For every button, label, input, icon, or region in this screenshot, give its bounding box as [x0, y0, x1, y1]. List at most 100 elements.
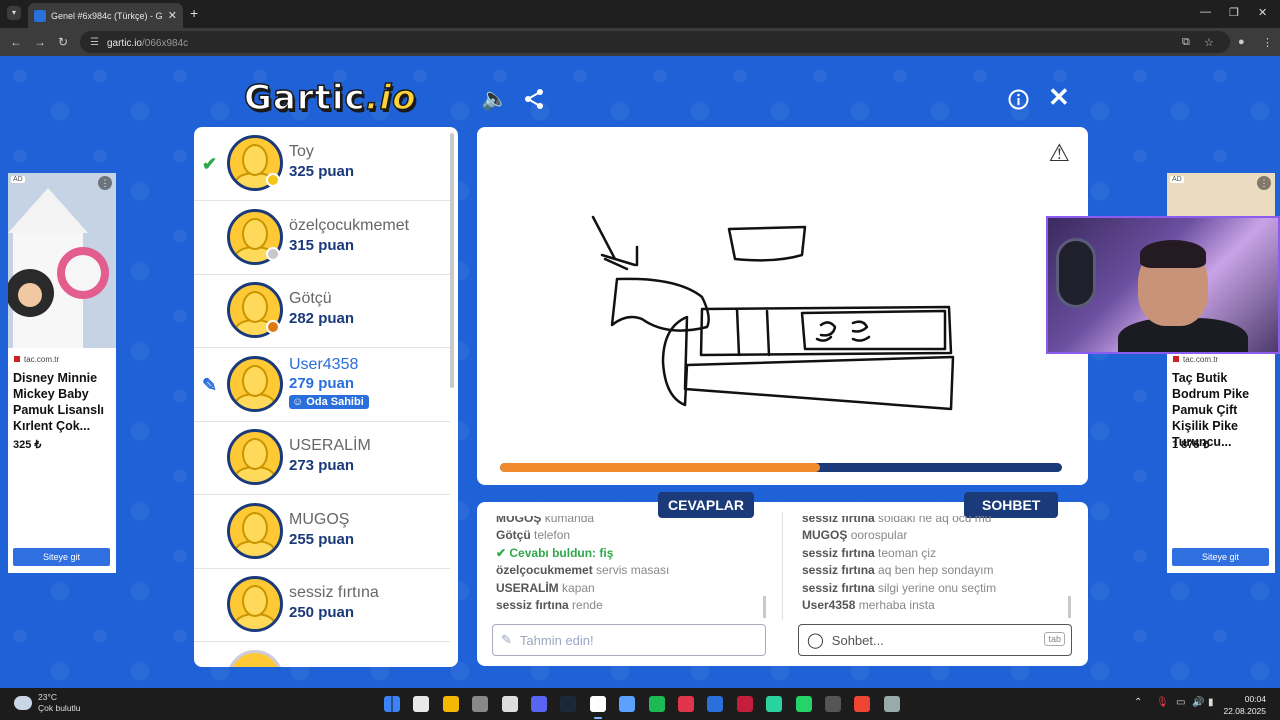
- bookmark-star-icon[interactable]: ☆: [1204, 36, 1214, 49]
- taskbar-app-icon[interactable]: [442, 696, 459, 712]
- panel-divider: [782, 512, 783, 620]
- message-text: Cevabı buldun:: [509, 545, 600, 560]
- ad-cta-button[interactable]: Siteye git: [13, 548, 110, 566]
- weather-widget[interactable]: 23°C Çok bulutlu: [14, 692, 81, 714]
- minimize-icon[interactable]: —: [1200, 6, 1211, 18]
- answers-label: CEVAPLAR: [658, 492, 754, 518]
- start-menu-icon[interactable]: [384, 696, 400, 712]
- volume-icon[interactable]: 🔊: [1192, 697, 1204, 708]
- player-name: özelçocukmemet: [289, 216, 410, 234]
- battery-icon[interactable]: ▮: [1208, 697, 1214, 708]
- player-row[interactable]: özelçocukmemet 315 puan: [194, 201, 450, 275]
- taskbar-app-icon[interactable]: [648, 696, 665, 712]
- guess-input[interactable]: ✎ Tahmin edin!: [492, 624, 766, 656]
- message-text: kapan: [562, 580, 595, 595]
- timer-progress-fill: [500, 463, 821, 472]
- player-row[interactable]: sessiz fırtına 250 puan: [194, 568, 450, 642]
- gartic-favicon-icon: [34, 9, 46, 22]
- player-score: 325 puan: [289, 163, 355, 180]
- install-app-icon[interactable]: ⧉: [1182, 36, 1190, 49]
- taskbar-app-icon[interactable]: [766, 696, 783, 712]
- player-score: 279 puan: [289, 374, 355, 392]
- taskbar-app-icon[interactable]: [854, 696, 871, 712]
- reload-icon[interactable]: ↻: [58, 35, 68, 49]
- player-drawing: [591, 215, 955, 411]
- browser-menu-icon[interactable]: ⋮: [1262, 36, 1273, 49]
- timer-progress-bar: [500, 463, 1062, 472]
- drawing-pencil-icon: ✎: [202, 374, 218, 395]
- player-row[interactable]: ✔ Toy 325 puan: [194, 127, 450, 201]
- browser-toolbar: ← → ↻ ☰ gartic.io/066x984c ⧉ ☆ ● ⋮: [0, 28, 1280, 56]
- tab-close-icon[interactable]: ✕: [168, 9, 177, 22]
- message-user: sessiz fırtına: [802, 580, 875, 595]
- player-row[interactable]: Götçü 282 puan: [194, 274, 450, 348]
- taskbar-app-icon[interactable]: [531, 696, 547, 712]
- tab-search-button[interactable]: ▾: [7, 6, 21, 20]
- url-path: /066x984c: [141, 38, 189, 49]
- taskbar-app-icon[interactable]: [619, 696, 636, 712]
- avatar: [227, 502, 283, 559]
- player-row[interactable]: USERALİM 273 puan: [194, 421, 450, 495]
- microphone-icon[interactable]: 🎙: [1156, 697, 1169, 708]
- weather-desc: Çok bulutlu: [38, 703, 81, 713]
- left-ad[interactable]: AD ⋮ tac.com.tr Disney Minnie Mickey Bab…: [8, 173, 116, 573]
- taskbar-app-icon[interactable]: [883, 696, 900, 712]
- chat-input[interactable]: ◯ Sohbet... tab: [798, 624, 1072, 656]
- taskbar-app-icon[interactable]: [795, 696, 812, 712]
- ad-options-icon[interactable]: ⋮: [98, 176, 112, 190]
- taskbar-app-icon[interactable]: [413, 696, 430, 712]
- close-room-icon[interactable]: ✕: [1048, 82, 1070, 113]
- restore-icon[interactable]: ❐: [1229, 6, 1239, 19]
- player-name: Götçü: [289, 290, 332, 307]
- ad-cta-button[interactable]: Siteye git: [1172, 548, 1269, 566]
- message-user: USERALİM: [496, 580, 559, 595]
- taskbar-app-icon[interactable]: [472, 696, 489, 712]
- tray-expand-icon[interactable]: ⌃: [1134, 697, 1142, 708]
- close-window-icon[interactable]: ✕: [1258, 6, 1267, 19]
- forward-icon[interactable]: →: [34, 35, 46, 49]
- correct-check-icon: ✔: [496, 545, 510, 560]
- message-text: servis masası: [596, 563, 670, 578]
- webcam-person-hair: [1140, 240, 1206, 268]
- player-row[interactable]: ✎ User4358 279 puan ☺ Oda Sahibi: [194, 348, 450, 422]
- chat-scrollbar[interactable]: [1068, 596, 1071, 618]
- answers-scrollbar[interactable]: [763, 596, 766, 618]
- network-icon[interactable]: ▭: [1176, 697, 1185, 708]
- taskbar-app-icon[interactable]: [707, 696, 724, 712]
- player-row[interactable]: MUGOŞ 255 puan: [194, 495, 450, 569]
- windows-taskbar: 23°C Çok bulutlu ⌃ 🎙 ▭ 🔊 ▮ 00:04 22.08.202…: [0, 688, 1280, 720]
- report-warning-icon[interactable]: ⚠: [1048, 139, 1070, 168]
- address-bar[interactable]: ☰ gartic.io/066x984c: [80, 31, 1230, 53]
- player-name: USERALİM: [289, 437, 371, 454]
- taskbar-app-icon[interactable]: [825, 696, 841, 712]
- sound-icon[interactable]: 🔈: [481, 86, 508, 112]
- avatar: [227, 355, 283, 412]
- site-info-icon[interactable]: ☰: [90, 37, 99, 48]
- browser-tab[interactable]: Genel #6x984c (Türkçe) - G ✕: [28, 3, 183, 28]
- player-row-partial: [194, 642, 450, 667]
- message-user: sessiz fırtına: [802, 563, 875, 578]
- ad-options-icon[interactable]: ⋮: [1257, 176, 1271, 190]
- system-clock[interactable]: 00:04 22.08.2025: [1223, 693, 1266, 717]
- drawing-canvas[interactable]: ⚠: [477, 127, 1088, 485]
- players-scrollbar[interactable]: [450, 133, 454, 388]
- taskbar-app-icon[interactable]: [678, 696, 694, 712]
- new-tab-button[interactable]: +: [190, 5, 198, 21]
- taskbar-app-icon[interactable]: [501, 696, 518, 712]
- taskbar-app-icon[interactable]: [736, 696, 753, 712]
- browser-tabbar: ▾ Genel #6x984c (Türkçe) - G ✕ + — ❐ ✕: [0, 0, 1280, 28]
- answers-chat-panel: CEVAPLAR SOHBET MUGOŞ kumanda Götçü telef…: [477, 492, 1088, 666]
- weather-temp: 23°C: [38, 692, 57, 702]
- message-text: aq ben hep sondayım: [878, 563, 994, 578]
- message-line: MUGOŞ oorospular: [802, 527, 1077, 544]
- taskbar-app-icon[interactable]: [560, 696, 577, 712]
- ad-title[interactable]: Disney Minnie Mickey Baby Pamuk Lisanslı…: [13, 370, 113, 434]
- info-icon[interactable]: [1008, 89, 1029, 110]
- share-icon[interactable]: [523, 88, 545, 110]
- message-user: MUGOŞ: [496, 516, 542, 525]
- webcam-lamp: [1056, 238, 1096, 308]
- back-icon[interactable]: ←: [10, 35, 22, 49]
- taskbar-app-icon[interactable]: [589, 696, 606, 712]
- message-user: sessiz fırtına: [802, 516, 875, 525]
- extension-icon[interactable]: ●: [1238, 36, 1245, 48]
